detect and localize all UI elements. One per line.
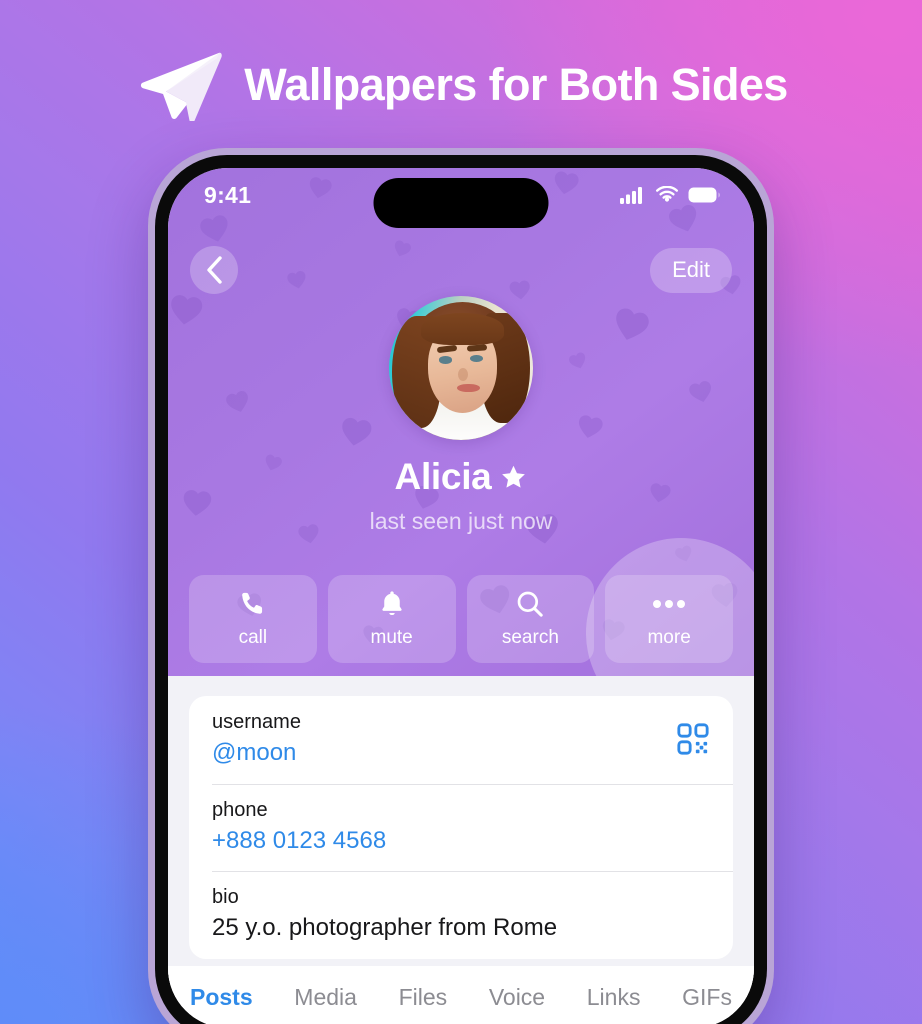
info-value: 25 y.o. photographer from Rome xyxy=(212,914,558,942)
tab-links[interactable]: Links xyxy=(581,984,647,1011)
edit-button[interactable]: Edit xyxy=(650,247,732,293)
heart-shape xyxy=(170,295,202,325)
action-button-mute[interactable]: mute xyxy=(327,575,456,663)
info-label: phone xyxy=(212,798,268,821)
action-button-call[interactable]: call xyxy=(189,575,317,663)
poster: Wallpapers for Both Sides 9:41 Edit Alic… xyxy=(0,0,922,1024)
chevron-left-icon xyxy=(206,256,222,284)
telegram-plane-icon xyxy=(141,52,223,121)
profile-status: last seen just now xyxy=(369,508,553,534)
phone-bezel: 9:41 Edit Alicia last seen just now call… xyxy=(155,155,767,1024)
info-row-bio[interactable]: bio 25 y.o. photographer from Rome xyxy=(189,871,733,959)
tab-posts[interactable]: Posts xyxy=(184,984,259,1011)
profile-nav: Edit xyxy=(168,246,754,294)
profile-header: 9:41 Edit Alicia last seen just now call… xyxy=(168,168,754,676)
page-title: Wallpapers for Both Sides xyxy=(244,58,788,110)
heart-shape xyxy=(616,308,649,341)
heart-shape xyxy=(226,390,249,412)
action-label: call xyxy=(238,627,268,648)
profile-name-row: Alicia xyxy=(168,456,754,498)
heart-shape xyxy=(578,415,603,438)
tab-gifs[interactable]: GIFs xyxy=(676,984,738,1011)
phone-icon xyxy=(239,589,266,618)
tab-voice[interactable]: Voice xyxy=(483,984,551,1011)
search-icon xyxy=(516,589,544,618)
heart-shape xyxy=(569,352,586,369)
info-row-username[interactable]: username @moon xyxy=(189,696,733,784)
info-card: username @moon phone +888 0123 4568 bio 25 y.… xyxy=(189,696,733,959)
info-label: username xyxy=(212,711,301,733)
bell-icon xyxy=(379,589,405,618)
heart-shape xyxy=(689,380,712,402)
wifi-icon xyxy=(656,186,678,202)
info-value: +888 0123 4568 xyxy=(212,826,387,854)
profile-content: username @moon phone +888 0123 4568 bio 25 y.… xyxy=(168,676,754,1024)
battery-icon xyxy=(688,187,720,203)
avatar-photo xyxy=(389,296,533,440)
status-time: 9:41 xyxy=(204,181,252,208)
info-label: bio xyxy=(212,886,239,909)
action-label: mute xyxy=(370,627,413,648)
avatar[interactable] xyxy=(389,296,533,440)
status-indicators xyxy=(620,186,720,204)
profile-name: Alicia xyxy=(394,456,492,497)
action-label: more xyxy=(647,627,691,648)
heart-shape xyxy=(341,418,371,446)
tab-files[interactable]: Files xyxy=(393,984,454,1011)
action-label: search xyxy=(501,627,559,648)
back-button[interactable] xyxy=(190,246,238,294)
signal-bars-icon xyxy=(620,187,642,204)
action-button-more[interactable]: more xyxy=(605,575,733,663)
poster-header: Wallpapers for Both Sides xyxy=(0,44,922,124)
phone-mockup: 9:41 Edit Alicia last seen just now call… xyxy=(148,148,774,1024)
info-row-phone[interactable]: phone +888 0123 4568 xyxy=(189,783,733,872)
info-value: @moon xyxy=(212,739,297,766)
tab-bar: Posts Media Files Voice Links GIFs xyxy=(168,966,754,1024)
premium-star-icon xyxy=(502,465,526,488)
action-button-search[interactable]: search xyxy=(466,575,595,663)
profile-actions: call mute search more xyxy=(189,575,733,663)
qr-code-icon[interactable] xyxy=(676,722,710,756)
heart-shape xyxy=(674,545,691,562)
phone-screen: 9:41 Edit Alicia last seen just now call… xyxy=(168,168,754,1024)
dynamic-island xyxy=(373,178,549,228)
ellipsis-icon xyxy=(652,589,686,618)
tab-media[interactable]: Media xyxy=(288,984,363,1011)
